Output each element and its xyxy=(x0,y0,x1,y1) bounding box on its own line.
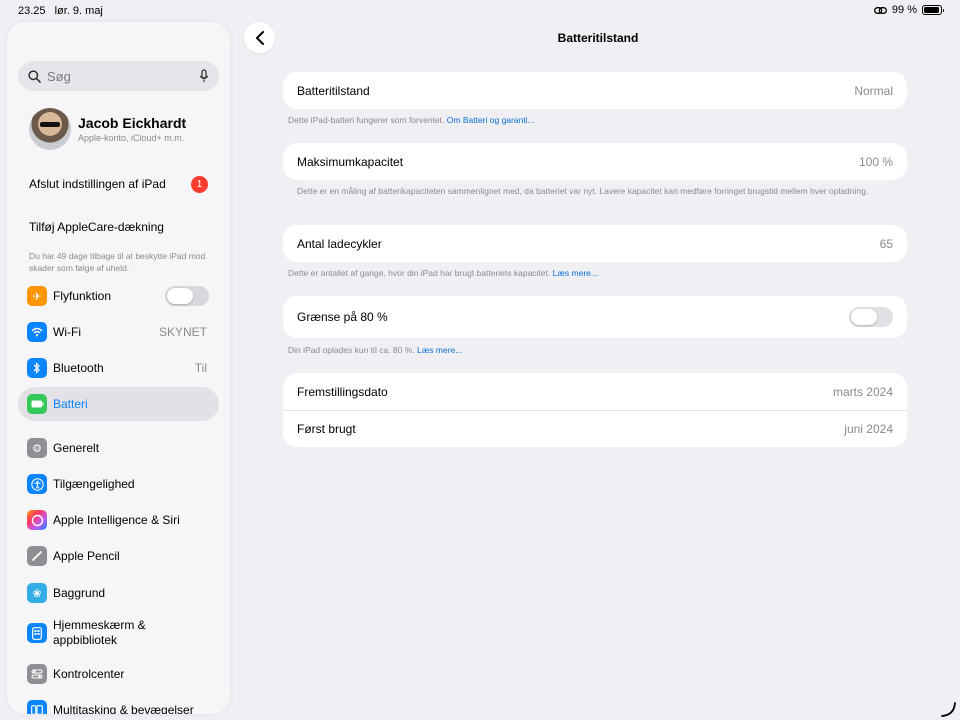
sidebar-item-label: Kontrolcenter xyxy=(53,666,125,681)
airplane-toggle[interactable] xyxy=(165,286,209,306)
profile-row[interactable]: Jacob Eickhardt Apple-konto, iCloud+ m.m… xyxy=(29,108,186,150)
sidebar-item-homescreen[interactable]: Hjemmeskærm & appbibliotek xyxy=(18,612,219,654)
first-use-row: Først brugt juni 2024 xyxy=(283,410,907,447)
limit-row: Grænse på 80 % xyxy=(283,296,907,338)
sidebar-item-wallpaper[interactable]: ❀ Baggrund xyxy=(18,576,219,610)
sidebar-item-label: Baggrund xyxy=(53,585,106,600)
limit-learn-more-link[interactable]: Læs mere... xyxy=(417,345,462,355)
manufacture-row: Fremstillingsdato marts 2024 xyxy=(283,373,907,410)
first-use-label: Først brugt xyxy=(297,422,356,436)
capacity-footer: Dette er en måling af batterikapaciteten… xyxy=(297,186,869,196)
manufacture-value: marts 2024 xyxy=(832,384,893,399)
capacity-row: Maksimumkapacitet 100 % xyxy=(283,143,907,180)
microphone-icon[interactable] xyxy=(199,69,209,83)
resize-corner-icon xyxy=(941,702,956,717)
bluetooth-icon xyxy=(27,358,47,378)
control-center-icon xyxy=(27,664,47,684)
sidebar-item-airplane[interactable]: ✈ Flyfunktion xyxy=(18,279,219,313)
battery-health-footer: Dette iPad-batteri fungerer som forvente… xyxy=(288,115,888,126)
search-icon xyxy=(28,69,41,83)
cycles-footer: Dette er antallet af gange, hvor din iPa… xyxy=(288,268,888,279)
notification-badge: 1 xyxy=(191,176,208,193)
status-date: lør. 9. maj xyxy=(54,5,103,17)
gear-icon: ⚙ xyxy=(27,438,47,458)
applecare-item[interactable]: Tilføj AppleCare-dækning xyxy=(29,220,164,234)
cycles-card: Antal ladecykler 65 xyxy=(283,225,907,262)
search-input[interactable]: Søg xyxy=(47,69,199,84)
accessibility-icon xyxy=(27,474,47,494)
sidebar-item-bluetooth[interactable]: Bluetooth Til xyxy=(18,351,219,385)
sidebar-item-label: Apple Pencil xyxy=(53,548,120,563)
wifi-icon xyxy=(27,322,47,342)
sidebar-item-control-center[interactable]: Kontrolcenter xyxy=(18,657,219,691)
sidebar-item-label: Hjemmeskærm & xyxy=(53,618,146,632)
chevron-left-icon xyxy=(255,30,264,45)
finish-setup-item[interactable]: Afslut indstillingen af iPad xyxy=(29,177,166,191)
wallpaper-icon: ❀ xyxy=(27,583,47,603)
sidebar-item-label: Flyfunktion xyxy=(53,288,112,303)
sidebar-item-label: Tilgængelighed xyxy=(53,476,135,491)
limit-card: Grænse på 80 % xyxy=(283,296,907,338)
cycles-value: 65 xyxy=(879,236,893,251)
sidebar-item-label: Multitasking & bevægelser xyxy=(53,702,194,715)
status-time: 23.25 xyxy=(18,5,46,17)
limit-toggle[interactable] xyxy=(849,307,893,327)
bluetooth-value: Til xyxy=(194,361,207,375)
sidebar-item-pencil[interactable]: Apple Pencil xyxy=(18,539,219,573)
sidebar: Søg Jacob Eickhardt Apple-konto, iCloud+… xyxy=(7,22,230,714)
sidebar-item-label: Generelt xyxy=(53,440,100,455)
multitasking-icon xyxy=(27,700,47,714)
limit-footer-text: Din iPad oplades kun til ca. 80 %. xyxy=(288,345,415,355)
dates-card: Fremstillingsdato marts 2024 Først brugt… xyxy=(283,373,907,447)
profile-subtitle: Apple-konto, iCloud+ m.m. xyxy=(78,133,185,143)
sidebar-item-battery[interactable]: Batteri xyxy=(18,387,219,421)
sidebar-item-general[interactable]: ⚙ Generelt xyxy=(18,431,219,465)
limit-label: Grænse på 80 % xyxy=(297,310,388,324)
capacity-label: Maksimumkapacitet xyxy=(297,154,404,169)
sidebar-item-label: Batteri xyxy=(53,396,88,411)
homescreen-icon xyxy=(27,623,47,643)
battery-health-footer-text: Dette iPad-batteri fungerer som forvente… xyxy=(288,115,445,125)
sidebar-item-wifi[interactable]: Wi-Fi SKYNET xyxy=(18,315,219,349)
wifi-value: SKYNET xyxy=(158,325,207,339)
capacity-value: 100 % xyxy=(858,154,893,169)
sidebar-item-accessibility[interactable]: Tilgængelighed xyxy=(18,467,219,501)
battery-percent: 99 % xyxy=(891,4,917,16)
battery-health-card: Batteritilstand Normal xyxy=(283,72,907,109)
sidebar-item-label: Apple Intelligence & Siri xyxy=(53,512,180,527)
battery-health-value: Normal xyxy=(854,83,893,98)
manufacture-label: Fremstillingsdato xyxy=(297,384,388,399)
avatar xyxy=(29,108,71,150)
applecare-note: Du har 49 dage tilbage til at beskytte i… xyxy=(29,251,206,273)
page-title: Batteritilstand xyxy=(557,31,639,45)
battery-status-icon xyxy=(922,5,944,15)
siri-icon xyxy=(27,510,47,530)
sidebar-item-label: Wi-Fi xyxy=(53,324,81,339)
sidebar-item-multitasking[interactable]: Multitasking & bevægelser xyxy=(18,693,219,714)
battery-icon xyxy=(27,394,47,414)
back-button[interactable] xyxy=(244,22,275,53)
limit-footer: Din iPad oplades kun til ca. 80 %. Læs m… xyxy=(288,345,888,356)
battery-health-row: Batteritilstand Normal xyxy=(283,72,907,109)
search-field[interactable]: Søg xyxy=(18,61,219,91)
first-use-value: juni 2024 xyxy=(844,422,893,436)
battery-warranty-link[interactable]: Om Batteri og garanti... xyxy=(447,115,535,125)
cycles-learn-more-link[interactable]: Læs mere... xyxy=(553,268,598,278)
pencil-icon xyxy=(27,546,47,566)
cycles-row: Antal ladecykler 65 xyxy=(283,225,907,262)
battery-health-label: Batteritilstand xyxy=(297,83,370,98)
link-icon xyxy=(873,6,887,14)
profile-name: Jacob Eickhardt xyxy=(78,115,187,131)
sidebar-item-label-line2: appbibliotek xyxy=(53,633,118,647)
capacity-card: Maksimumkapacitet 100 % xyxy=(283,143,907,180)
cycles-label: Antal ladecykler xyxy=(297,236,382,251)
sidebar-item-label: Bluetooth xyxy=(53,360,104,375)
cycles-footer-text: Dette er antallet af gange, hvor din iPa… xyxy=(288,268,551,278)
sidebar-item-siri[interactable]: Apple Intelligence & Siri xyxy=(18,503,219,537)
status-bar: 23.25 lør. 9. maj 99 % xyxy=(0,0,960,22)
airplane-icon: ✈ xyxy=(27,286,47,306)
